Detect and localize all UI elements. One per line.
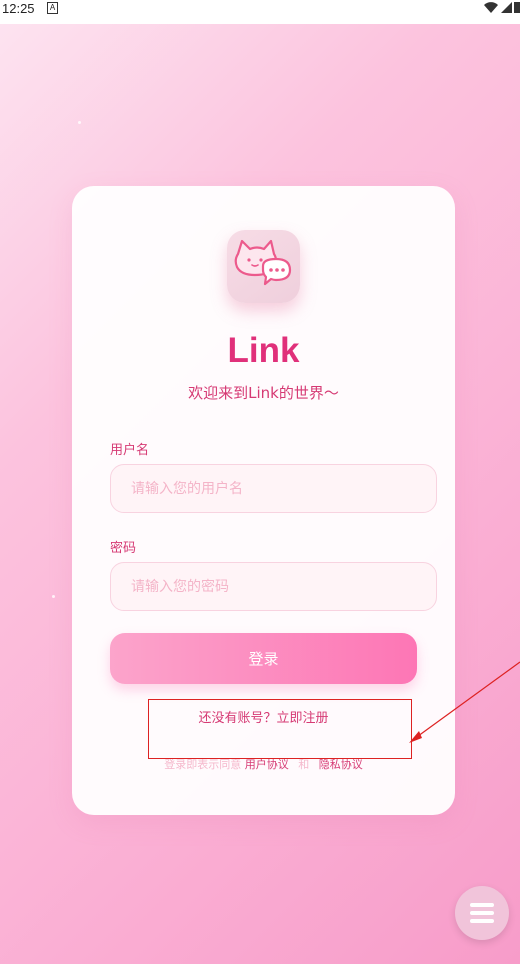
agreement-prefix: 登录即表示同意: [164, 758, 242, 771]
username-label: 用户名: [110, 443, 150, 458]
menu-icon-bar: [470, 903, 494, 907]
menu-icon-bar: [470, 911, 494, 915]
user-agreement-link[interactable]: 用户协议: [245, 758, 289, 771]
login-button[interactable]: 登录: [110, 633, 417, 684]
battery-icon: [514, 2, 520, 13]
password-input[interactable]: [110, 562, 437, 611]
system-icons: [484, 1, 520, 14]
status-time: 12:25: [2, 1, 35, 16]
menu-icon-bar: [470, 919, 494, 923]
annotation-box: [148, 699, 412, 759]
sparkle: [52, 595, 55, 598]
menu-fab[interactable]: [455, 886, 509, 940]
notification-icon: A: [47, 2, 58, 14]
password-label: 密码: [110, 541, 137, 556]
welcome-subtitle: 欢迎来到Link的世界～: [188, 384, 339, 402]
privacy-policy-link[interactable]: 隐私协议: [319, 758, 363, 771]
app-title: Link: [227, 331, 300, 370]
sparkle: [78, 121, 81, 124]
signal-icon: [501, 2, 512, 13]
status-bar: 12:25 A: [0, 0, 520, 24]
agreement-separator: 和: [298, 758, 310, 771]
cat-chat-logo-icon: [227, 230, 300, 303]
username-input[interactable]: [110, 464, 437, 513]
wifi-icon: [484, 2, 498, 14]
